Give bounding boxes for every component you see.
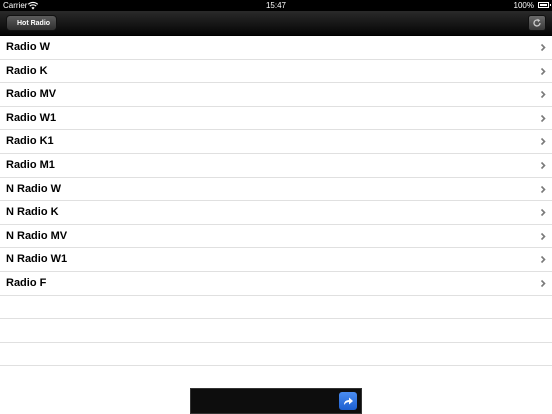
station-label: N Radio MV bbox=[6, 229, 68, 242]
empty-row bbox=[0, 343, 552, 367]
back-button-label: Hot Radio bbox=[17, 20, 51, 27]
chevron-right-icon bbox=[540, 209, 546, 217]
chevron-right-icon bbox=[540, 114, 546, 122]
status-bar: Carrier 15:47 100% bbox=[0, 0, 552, 11]
station-row[interactable]: Radio MV bbox=[0, 83, 552, 107]
refresh-button[interactable] bbox=[528, 15, 546, 31]
station-label: Radio K bbox=[6, 64, 48, 77]
share-arrow-icon[interactable] bbox=[339, 392, 357, 410]
status-time: 15:47 bbox=[265, 1, 287, 10]
station-row[interactable]: Radio K bbox=[0, 60, 552, 84]
station-row[interactable]: Radio W1 bbox=[0, 107, 552, 131]
navigation-bar: Hot Radio bbox=[0, 11, 552, 36]
refresh-icon bbox=[533, 18, 541, 27]
station-row[interactable]: Radio M1 bbox=[0, 154, 552, 178]
chevron-right-icon bbox=[540, 138, 546, 146]
chevron-right-icon bbox=[540, 185, 546, 193]
station-row[interactable]: N Radio MV bbox=[0, 225, 552, 249]
chevron-right-icon bbox=[540, 161, 546, 170]
station-label: Radio W bbox=[6, 41, 50, 53]
chevron-right-icon bbox=[540, 91, 546, 99]
chevron-right-icon bbox=[540, 232, 546, 240]
chevron-right-icon bbox=[540, 256, 546, 264]
empty-row bbox=[0, 296, 552, 320]
station-label: N Radio K bbox=[6, 206, 59, 219]
chevron-right-icon bbox=[540, 67, 546, 75]
ad-banner[interactable] bbox=[190, 388, 362, 414]
station-label: N Radio W1 bbox=[6, 253, 68, 266]
battery-percent: 100% bbox=[513, 1, 534, 10]
empty-row bbox=[0, 319, 552, 343]
station-row[interactable]: Radio K1 bbox=[0, 130, 552, 154]
station-label: N Radio W bbox=[6, 182, 61, 195]
station-label: Radio F bbox=[6, 276, 47, 289]
station-label: Radio MV bbox=[6, 88, 57, 101]
station-row[interactable]: N Radio W1 bbox=[0, 248, 552, 272]
station-row[interactable]: Radio W bbox=[0, 36, 552, 60]
battery-icon bbox=[538, 2, 551, 8]
chevron-right-icon bbox=[540, 43, 546, 52]
station-list: Radio W Radio K Radio MV Radio W1 Radio K1 Ra… bbox=[0, 36, 552, 367]
station-label: Radio W1 bbox=[6, 111, 57, 124]
station-label: Radio K1 bbox=[6, 135, 54, 148]
station-row[interactable]: N Radio W bbox=[0, 178, 552, 202]
station-row[interactable]: Radio F bbox=[0, 272, 552, 296]
back-button[interactable]: Hot Radio bbox=[6, 15, 58, 31]
station-row[interactable]: N Radio K bbox=[0, 201, 552, 225]
station-label: Radio M1 bbox=[6, 158, 55, 171]
chevron-right-icon bbox=[540, 279, 546, 288]
